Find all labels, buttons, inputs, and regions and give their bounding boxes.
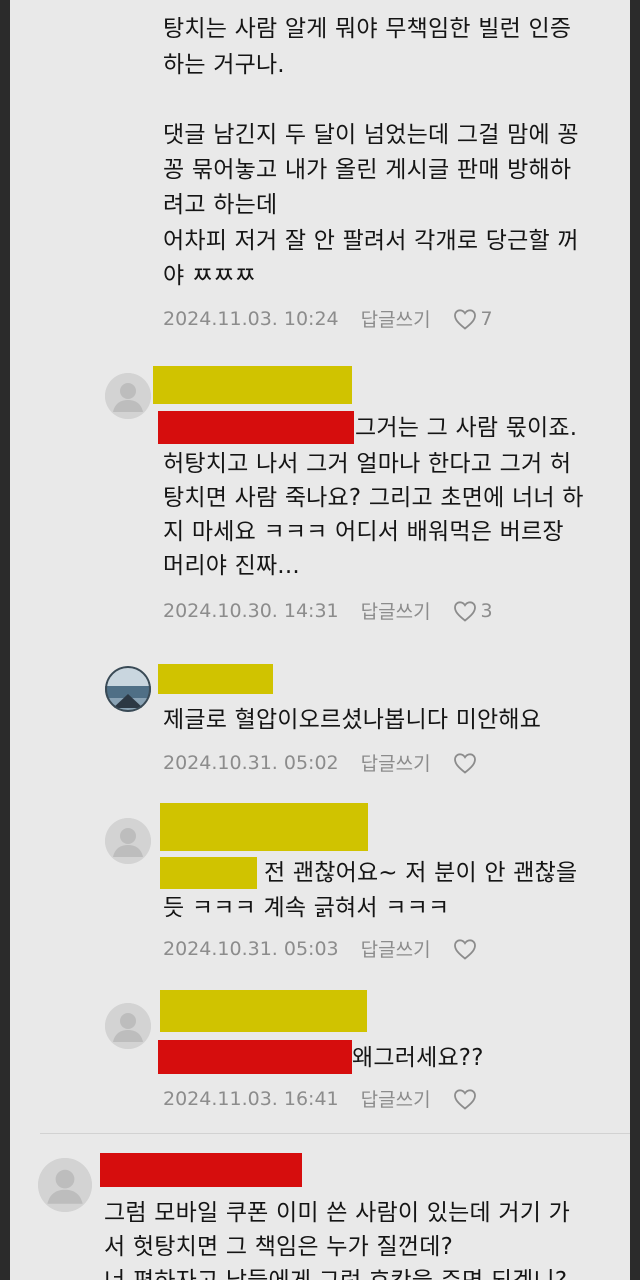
reply-text: 듯 ㅋㅋㅋ 계속 긁혀서 ㅋㅋㅋ	[163, 895, 450, 921]
default-user-avatar-icon	[105, 373, 151, 419]
reply-button[interactable]: 답글쓰기	[361, 935, 431, 962]
default-user-avatar-icon	[105, 1003, 151, 1049]
heart-outline-icon	[453, 938, 476, 960]
avatar[interactable]	[105, 373, 151, 419]
default-user-avatar-icon	[105, 818, 151, 864]
like-button[interactable]	[453, 752, 481, 774]
comment-text: 그럼 모바일 쿠폰 이미 쓴 사람이 있는데 거기 가 서 헛탕치면 그 책임은…	[104, 1200, 570, 1280]
reply-meta: 2024.10.30. 14:31 답글쓰기 3	[163, 597, 493, 624]
reply-date: 2024.10.30. 14:31	[163, 599, 339, 622]
censored-username	[100, 1153, 302, 1187]
censored-username	[160, 803, 368, 851]
reply-date: 2024.11.03. 16:41	[163, 1087, 339, 1110]
reply-meta: 2024.10.31. 05:02 답글쓰기	[163, 749, 481, 776]
like-button[interactable]	[453, 938, 481, 960]
comment-text-line: 탕치는 사람 알게 뭐야 무책임한 빌런 인증	[163, 16, 572, 42]
avatar[interactable]	[105, 818, 151, 864]
reply-text: 제글로 혈압이오르셨나봅니다 미안해요	[163, 707, 542, 733]
like-button[interactable]	[453, 1088, 481, 1110]
comment-text-line: 하는 거구나.	[163, 52, 285, 78]
heart-outline-icon	[453, 308, 476, 330]
censored-mention	[158, 411, 354, 444]
reply-button[interactable]: 답글쓰기	[361, 1085, 431, 1112]
default-user-avatar-icon	[38, 1158, 92, 1212]
comment-date: 2024.11.03. 10:24	[163, 307, 339, 330]
reply-button[interactable]: 답글쓰기	[361, 305, 431, 332]
reply-text: 허탕치고 나서 그거 얼마나 한다고 그거 허 탕치면 사람 죽나요? 그리고 …	[163, 451, 584, 579]
comment-text-line: 야 ㅉㅉㅉ	[163, 263, 256, 289]
reply-text-first: 그거는 그 사람 몫이죠.	[355, 415, 578, 441]
censored-mention	[160, 857, 257, 889]
reply-text-first: 전 괜찮어요~ 저 분이 안 괜찮을	[264, 860, 578, 886]
censored-username	[153, 366, 352, 404]
censored-username	[158, 664, 273, 694]
comment-divider	[40, 1133, 630, 1134]
reply-meta: 2024.10.31. 05:03 답글쓰기	[163, 935, 481, 962]
avatar[interactable]	[105, 666, 151, 712]
comment-meta: 2024.11.03. 10:24 답글쓰기 7	[163, 305, 493, 332]
reply-date: 2024.10.31. 05:02	[163, 751, 339, 774]
reply-button[interactable]: 답글쓰기	[361, 597, 431, 624]
censored-username	[160, 990, 367, 1032]
like-count: 3	[480, 599, 493, 622]
avatar[interactable]	[38, 1158, 92, 1212]
heart-outline-icon	[453, 1088, 476, 1110]
heart-outline-icon	[453, 752, 476, 774]
like-count: 7	[480, 307, 493, 330]
comment-text-line: 꽁 묶어놓고 내가 올린 게시글 판매 방해하	[163, 157, 572, 183]
reply-button[interactable]: 답글쓰기	[361, 749, 431, 776]
like-button[interactable]: 7	[453, 308, 493, 330]
heart-outline-icon	[453, 600, 476, 622]
avatar[interactable]	[105, 1003, 151, 1049]
profile-photo-icon	[105, 666, 151, 712]
comment-thread: 탕치는 사람 알게 뭐야 무책임한 빌런 인증 하는 거구나. 댓글 남긴지 두…	[10, 0, 630, 1280]
reply-date: 2024.10.31. 05:03	[163, 937, 339, 960]
reply-text-first: 왜그러세요??	[352, 1045, 484, 1071]
comment-text-line: 어차피 저거 잘 안 팔려서 각개로 당근할 꺼	[163, 228, 579, 254]
comment-text-line: 댓글 남긴지 두 달이 넘었는데 그걸 맘에 꽁	[163, 122, 579, 148]
reply-meta: 2024.11.03. 16:41 답글쓰기	[163, 1085, 481, 1112]
censored-mention	[158, 1040, 352, 1074]
comment-text-line: 려고 하는데	[163, 192, 278, 218]
like-button[interactable]: 3	[453, 600, 493, 622]
